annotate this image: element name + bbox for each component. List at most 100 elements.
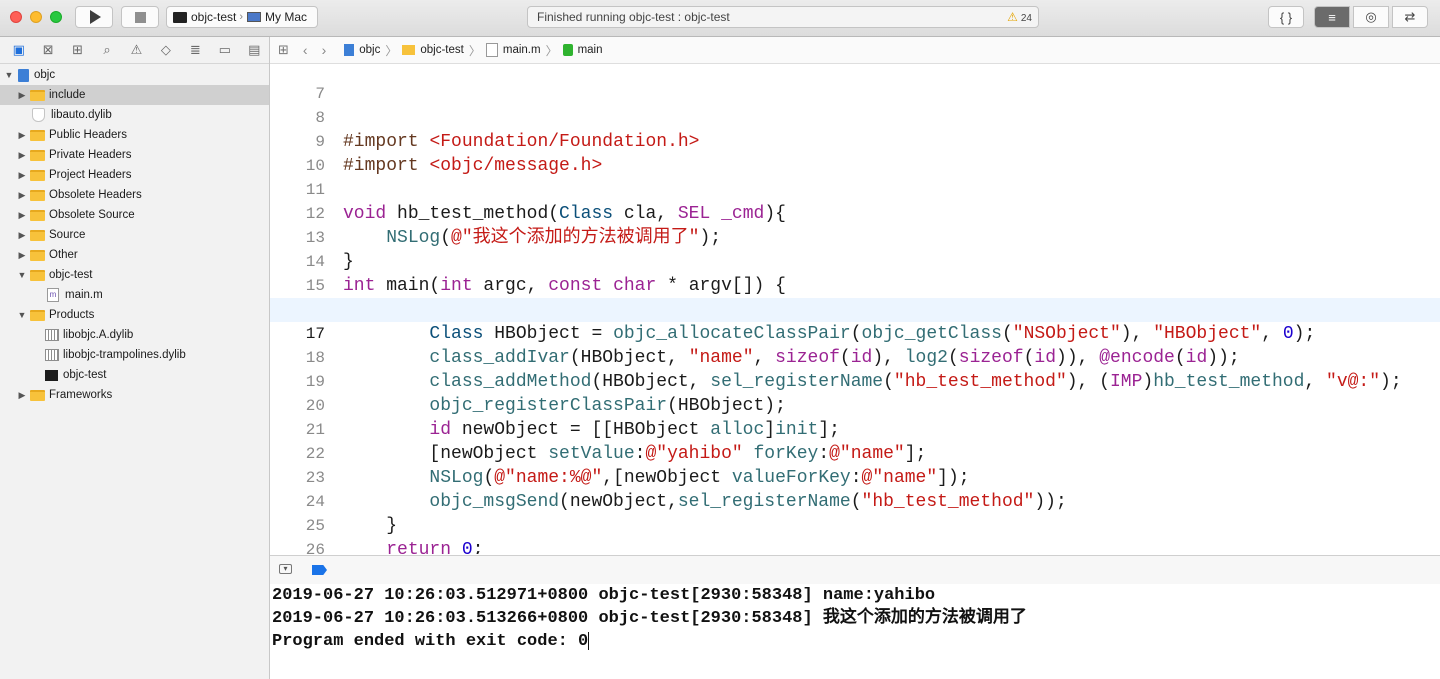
tree-item-libobjc-trampolines[interactable]: libobjc-trampolines.dylib (0, 345, 269, 365)
stop-button[interactable] (121, 6, 159, 28)
function-icon (562, 44, 573, 56)
search-icon[interactable]: ⌕ (92, 42, 121, 58)
project-icon (344, 44, 355, 56)
breadcrumb-file[interactable]: main.m (503, 44, 541, 56)
stop-icon (134, 11, 146, 23)
tree-item-label: Public Headers (49, 129, 127, 141)
jump-bar: ⊞ ‹ › objc 〉 objc-test 〉 main.m 〉 main (270, 37, 1440, 64)
report-icon[interactable]: ▤ (240, 42, 269, 58)
lines-icon: ≡ (1328, 9, 1336, 25)
source-editor[interactable]: 7 8 #import <Foundation/Foundation.h> 9 … (270, 64, 1440, 554)
version-icon: ⇄ (1404, 9, 1416, 24)
toolbar: objc-test › My Mac Finished running objc… (0, 0, 1440, 37)
symbol-icon[interactable]: ⊞ (63, 42, 92, 58)
tree-item-label: objc-test (49, 269, 93, 281)
code-line: 26 } (270, 514, 1440, 554)
hide-debug-area-icon[interactable]: ▾ (279, 564, 292, 574)
code-line: 27 (270, 538, 1440, 554)
tree-item-main-m[interactable]: m main.m (0, 285, 269, 305)
debug-icon[interactable]: ≣ (181, 42, 210, 58)
code-line: 10 (270, 130, 1440, 175)
mac-icon (247, 12, 262, 22)
zoom-window-button[interactable] (50, 11, 62, 23)
code-line: 13 } (270, 202, 1440, 272)
code-line: 8 #import <Foundation/Foundation.h> (270, 82, 1440, 152)
tree-item-libauto[interactable]: libauto.dylib (0, 105, 269, 125)
folder-icon[interactable]: ▣ (4, 42, 33, 58)
test-icon[interactable]: ◇ (151, 42, 180, 58)
library-icon (32, 108, 45, 122)
chevron-right-icon: 〉 (545, 43, 558, 58)
issue-icon[interactable]: ⚠ (122, 42, 151, 58)
assistant-editor-button[interactable]: ◎ (1353, 6, 1389, 28)
project-navigator: ▣ ⊠ ⊞ ⌕ ⚠ ◇ ≣ ▭ ▤ ▼ objc ▶ include libau… (0, 37, 270, 679)
code-line: 11 void hb_test_method(Class cla, SEL _c… (270, 154, 1440, 224)
folder-icon (30, 149, 45, 161)
tree-item-include[interactable]: ▶ include (0, 85, 269, 105)
back-arrow-icon[interactable]: ‹ (303, 42, 308, 58)
tree-item-source[interactable]: ▶ Source (0, 225, 269, 245)
tree-item-public-headers[interactable]: ▶ Public Headers (0, 125, 269, 145)
code-line: 12 NSLog(@"我这个添加的方法被调用了"); (270, 178, 1440, 248)
project-icon (18, 68, 29, 82)
tree-item-objc-test-product[interactable]: objc-test (0, 365, 269, 385)
breadcrumb-symbol[interactable]: main (578, 44, 603, 56)
source-control-icon[interactable]: ⊠ (33, 42, 62, 58)
tree-item-obsolete-headers[interactable]: ▶ Obsolete Headers (0, 185, 269, 205)
console-line: 2019-06-27 10:26:03.513266+0800 objc-tes… (272, 609, 1027, 628)
tree-item-label: include (49, 89, 86, 101)
disclosure-closed-icon: ▶ (18, 169, 26, 180)
tree-item-objc-test-group[interactable]: ▼ objc-test (0, 265, 269, 285)
tree-item-label: Private Headers (49, 149, 132, 161)
standard-editor-button[interactable]: ≡ (1314, 6, 1350, 28)
breadcrumb: objc 〉 objc-test 〉 main.m 〉 main (344, 42, 603, 59)
code-review-button[interactable]: { } (1268, 6, 1304, 28)
version-editor-button[interactable]: ⇄ (1392, 6, 1428, 28)
warning-badge[interactable]: ⚠ 24 (1007, 7, 1032, 29)
tree-item-other[interactable]: ▶ Other (0, 245, 269, 265)
folder-icon (30, 89, 45, 101)
tree-item-project[interactable]: ▼ objc (0, 65, 269, 85)
code-line: 24 } (270, 466, 1440, 536)
console-output[interactable]: 2019-06-27 10:26:03.512971+0800 objc-tes… (270, 584, 1440, 679)
tree-item-project-headers[interactable]: ▶ Project Headers (0, 165, 269, 185)
tree-item-obsolete-source[interactable]: ▶ Obsolete Source (0, 205, 269, 225)
tree-item-products[interactable]: ▼ Products (0, 305, 269, 325)
code-line: 20 id newObject = [[HBObject alloc]init]… (270, 370, 1440, 440)
folder-icon (30, 309, 45, 321)
tree-item-label: Project Headers (49, 169, 132, 181)
breadcrumb-group[interactable]: objc-test (420, 44, 463, 56)
folder-icon (402, 45, 416, 55)
folder-icon (30, 389, 45, 401)
close-window-button[interactable] (10, 11, 22, 23)
breakpoint-toggle-icon[interactable] (312, 565, 327, 575)
chevron-right-icon: 〉 (468, 43, 481, 58)
folder-icon (30, 189, 45, 201)
code-line: 7 (270, 64, 1440, 103)
folder-icon (30, 209, 45, 221)
chevron-right-icon: › (239, 11, 244, 23)
breakpoint-icon[interactable]: ▭ (210, 42, 239, 58)
tree-item-label: Obsolete Headers (49, 189, 142, 201)
tree-item-libobjc-a[interactable]: libobjc.A.dylib (0, 325, 269, 345)
assistant-icon: ◎ (1365, 9, 1377, 24)
breadcrumb-project[interactable]: objc (359, 44, 380, 56)
disclosure-closed-icon: ▶ (18, 209, 26, 220)
tree-item-label: Obsolete Source (49, 209, 135, 221)
library-icon (45, 329, 59, 341)
folder-icon (30, 229, 45, 241)
folder-icon (30, 269, 45, 281)
scheme-selector[interactable]: objc-test › My Mac (166, 6, 318, 28)
minimize-window-button[interactable] (30, 11, 42, 23)
tree-item-frameworks[interactable]: ▶ Frameworks (0, 385, 269, 405)
tree-item-private-headers[interactable]: ▶ Private Headers (0, 145, 269, 165)
disclosure-closed-icon: ▶ (18, 189, 26, 200)
terminal-icon (173, 11, 187, 23)
text-cursor (588, 631, 590, 650)
code-line: 19 objc_registerClassPair(HBObject); (270, 346, 1440, 416)
run-button[interactable] (75, 6, 113, 28)
related-items-icon[interactable]: ⊞ (278, 42, 289, 58)
forward-arrow-icon[interactable]: › (322, 42, 327, 58)
objc-file-icon: m (47, 288, 59, 302)
scheme-device-label: My Mac (265, 10, 308, 24)
